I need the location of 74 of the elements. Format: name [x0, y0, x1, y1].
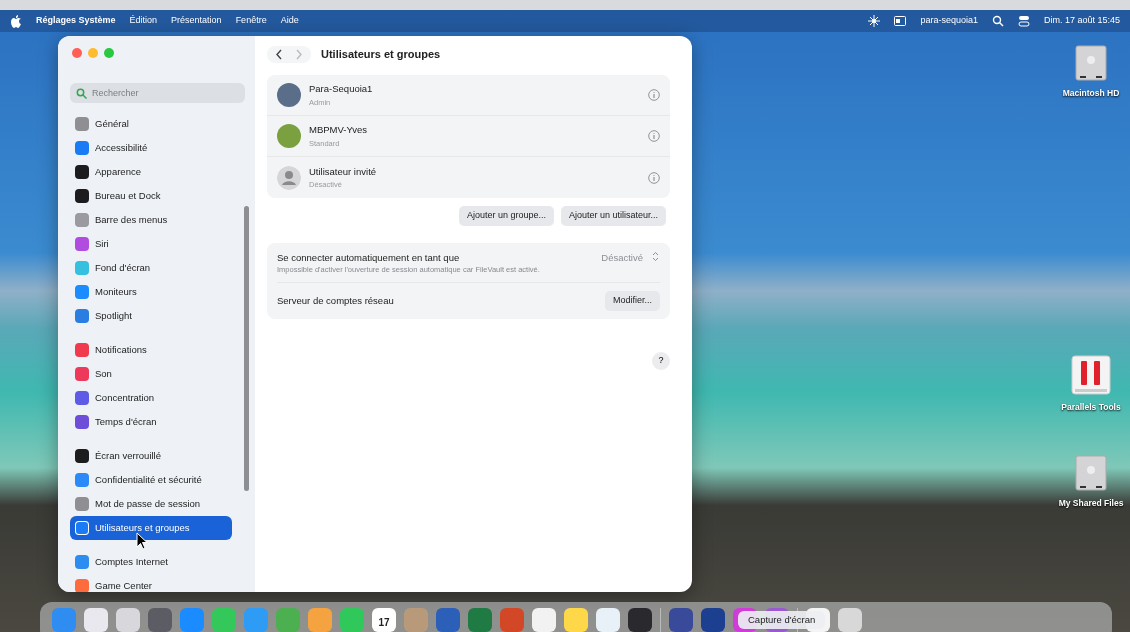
- add-button[interactable]: Ajouter un utilisateur...: [560, 206, 666, 226]
- search-icon[interactable]: [991, 15, 1004, 27]
- app-icon[interactable]: [564, 608, 588, 632]
- desktop-icon-label[interactable]: Macintosh HD: [1062, 87, 1120, 100]
- app-icon[interactable]: [669, 608, 693, 632]
- search-field[interactable]: Rechercher: [70, 83, 245, 103]
- sidebar-item[interactable]: Temps d'écran: [70, 410, 232, 434]
- back-icon[interactable]: [275, 48, 283, 60]
- sidebar-item[interactable]: Général: [70, 112, 232, 136]
- user-name: Utilisateur invité: [309, 164, 377, 179]
- info-icon[interactable]: [648, 89, 660, 101]
- add-button[interactable]: Ajouter un groupe...: [458, 206, 554, 226]
- sidebar-item[interactable]: Barre des menus: [70, 208, 232, 232]
- avatar-photo: [277, 124, 301, 148]
- user-name: MBPMV-Yves: [309, 123, 368, 138]
- app-menu[interactable]: Réglages Système: [36, 14, 116, 28]
- setting-label: Se connecter automatiquement en tant que: [277, 250, 461, 265]
- menu-item[interactable]: Présentation: [171, 14, 222, 28]
- sidebar-item[interactable]: Spotlight: [70, 304, 232, 328]
- sidebar-item[interactable]: Comptes Internet: [70, 550, 232, 574]
- app-icon[interactable]: [596, 608, 620, 632]
- chevron-icon: [651, 250, 660, 262]
- app-icon[interactable]: [628, 608, 652, 632]
- sidebar-item[interactable]: Bureau et Dock: [70, 184, 232, 208]
- zoom-button[interactable]: [104, 48, 114, 58]
- avatar-silhouette-icon: [277, 165, 301, 190]
- sidebar-item[interactable]: Concentration: [70, 386, 232, 410]
- hard-drive-icon[interactable]: [1074, 45, 1108, 81]
- hard-drive-icon[interactable]: [1074, 455, 1108, 491]
- forward-icon[interactable]: [295, 48, 303, 60]
- sidebar-item[interactable]: Siri: [70, 232, 232, 256]
- sidebar-item[interactable]: Fond d'écran: [70, 256, 232, 280]
- user-menu[interactable]: para-sequoia1: [920, 14, 978, 28]
- info-icon[interactable]: [648, 130, 660, 142]
- sidebar-item[interactable]: Écran verrouillé: [70, 444, 232, 468]
- setting-label: Serveur de comptes réseau: [277, 293, 394, 308]
- sidebar-item[interactable]: Game Center: [70, 574, 232, 592]
- avatar-photo: [277, 83, 301, 107]
- app-icon[interactable]: [838, 608, 862, 632]
- info-icon[interactable]: [648, 171, 660, 184]
- menu-item[interactable]: Aide: [280, 14, 299, 28]
- sidebar-item[interactable]: Mot de passe de session: [70, 492, 232, 516]
- minimize-button[interactable]: [88, 48, 98, 58]
- menubar-clock[interactable]: Dim. 17 août 15:45: [1043, 14, 1120, 28]
- app-icon[interactable]: [116, 608, 140, 632]
- window-title: Utilisateurs et groupes: [321, 46, 441, 62]
- calendar-icon[interactable]: 17: [372, 608, 396, 632]
- scrollbar-thumb[interactable]: [244, 206, 249, 491]
- sidebar-item[interactable]: Apparence: [70, 160, 232, 184]
- sidebar-item[interactable]: Notifications: [70, 338, 232, 362]
- apple-menu-icon[interactable]: [10, 14, 22, 28]
- sidebar-item[interactable]: Son: [70, 362, 232, 386]
- menu-item[interactable]: Édition: [129, 14, 158, 28]
- desktop-icon-label[interactable]: My Shared Files: [1058, 497, 1124, 510]
- sidebar-item[interactable]: Moniteurs: [70, 280, 232, 304]
- app-icon[interactable]: [532, 608, 556, 632]
- control-center-icon[interactable]: [1017, 15, 1030, 27]
- pause-drive-icon[interactable]: [1070, 355, 1112, 395]
- user-name: Para-Sequoia1: [309, 82, 373, 97]
- modify-button[interactable]: Modifier...: [605, 291, 660, 311]
- window-icon[interactable]: [894, 15, 907, 27]
- menu-item[interactable]: Fenêtre: [235, 14, 267, 28]
- app-icon[interactable]: [701, 608, 725, 632]
- sidebar-item[interactable]: Accessibilité: [70, 136, 232, 160]
- close-button[interactable]: [72, 48, 82, 58]
- status-icon[interactable]: [868, 15, 881, 27]
- dock-tooltip: Capture d'écran: [738, 611, 826, 630]
- app-icon[interactable]: [148, 608, 172, 632]
- app-icon[interactable]: [84, 608, 108, 632]
- sidebar-item[interactable]: Utilisateurs et groupes: [70, 516, 232, 540]
- pointer-cursor-icon: [136, 532, 148, 550]
- sidebar-item[interactable]: Confidentialité et sécurité: [70, 468, 232, 492]
- app-icon[interactable]: [436, 608, 460, 632]
- help-button[interactable]: ?: [652, 352, 670, 370]
